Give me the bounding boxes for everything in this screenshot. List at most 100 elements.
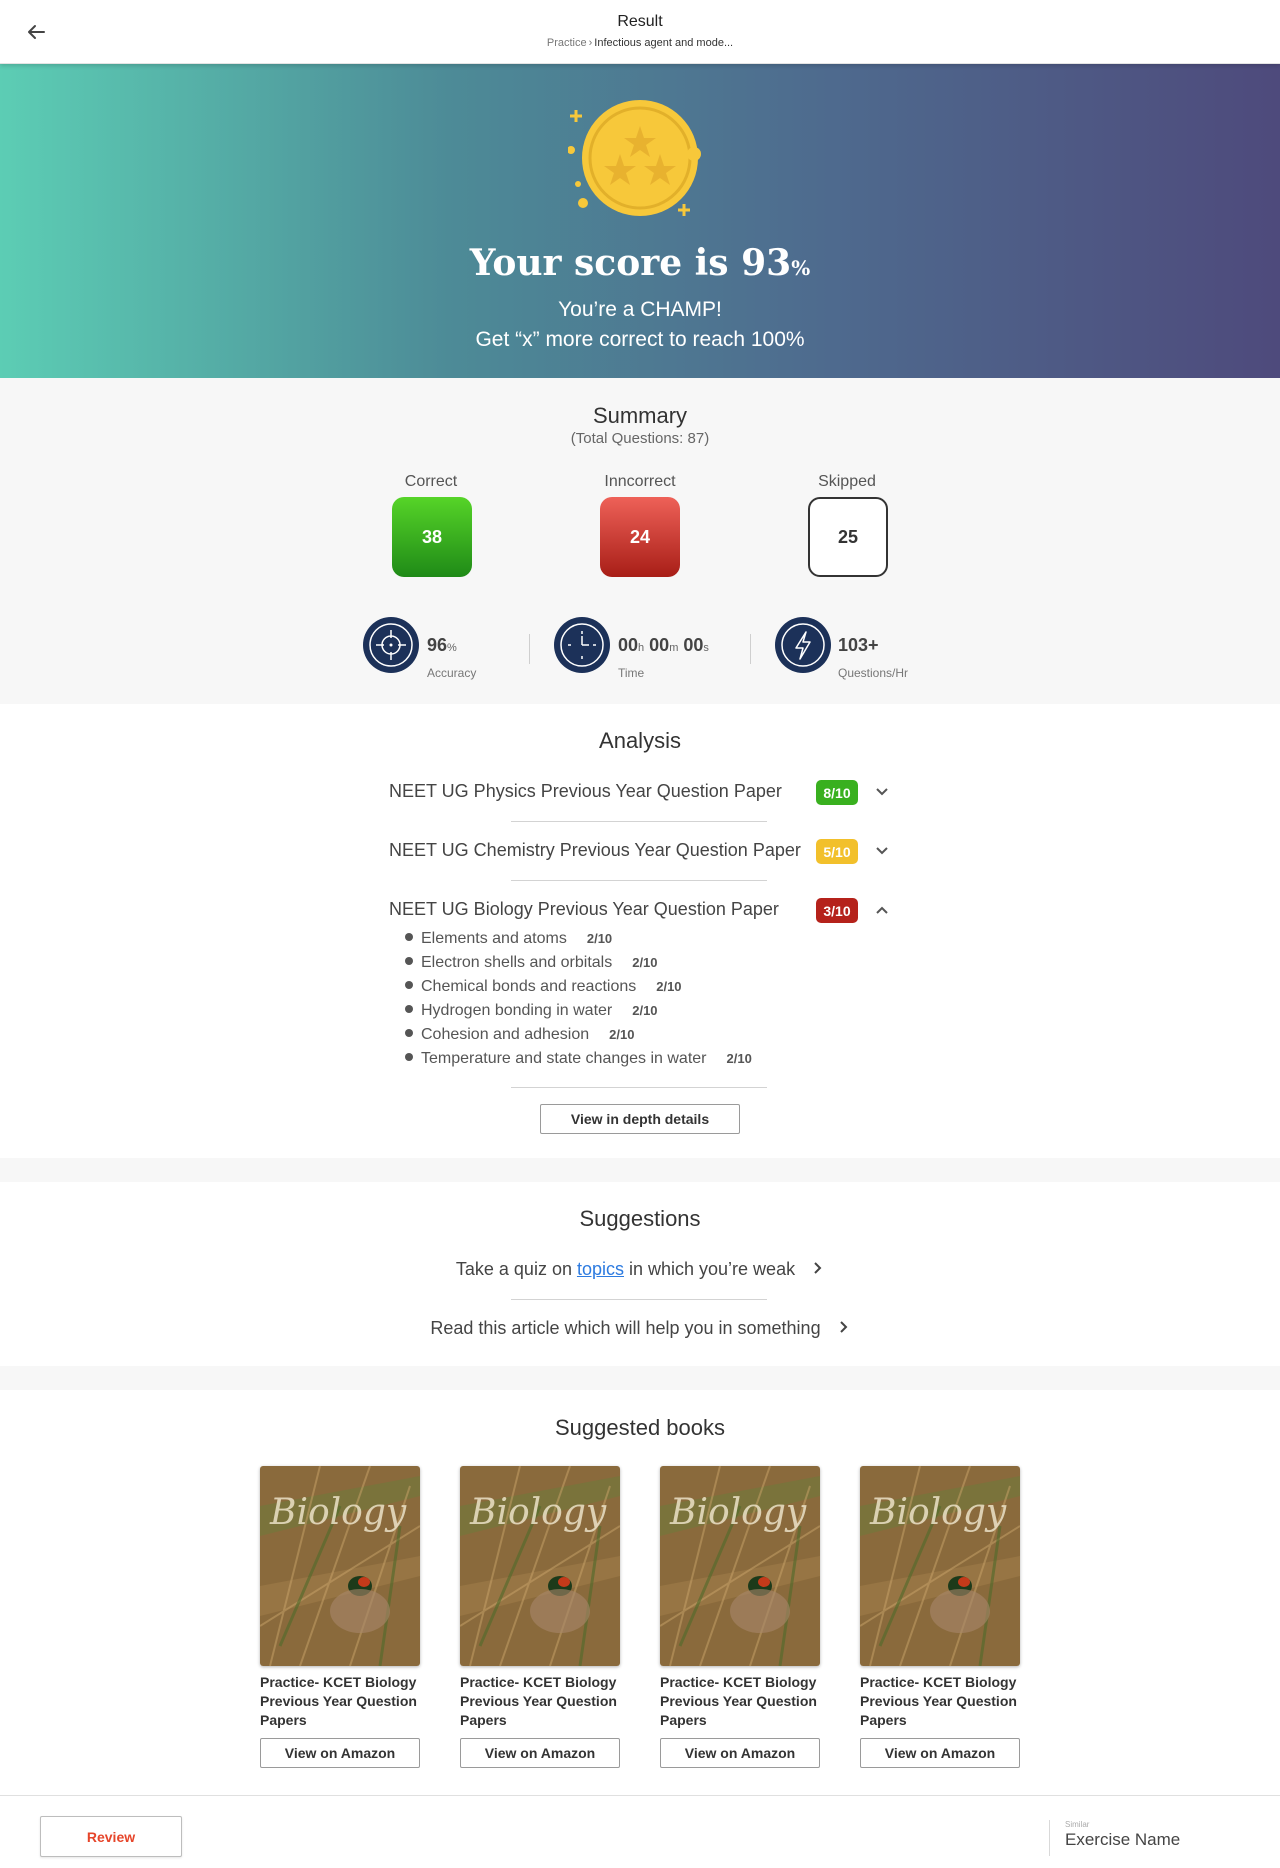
time-hours-unit: h bbox=[638, 642, 645, 654]
view-on-amazon-button[interactable]: View on Amazon bbox=[460, 1738, 620, 1768]
time-hours: 00 bbox=[618, 635, 639, 655]
speed-label: Questions/Hr bbox=[838, 666, 909, 680]
topic-score: 2/10 bbox=[726, 1051, 752, 1066]
analysis-row-biology[interactable]: NEET UG Biology Previous Year Question P… bbox=[389, 895, 889, 925]
topic-label: Elements and atoms bbox=[421, 930, 567, 947]
topic-label: Chemical bonds and reactions bbox=[421, 978, 637, 995]
view-details-button[interactable]: View in depth details bbox=[540, 1104, 740, 1134]
topic-label: Electron shells and orbitals bbox=[421, 954, 613, 971]
suggestion-article[interactable]: Read this article which will help you in… bbox=[0, 1318, 1280, 1339]
book-cover-image[interactable]: Biology bbox=[860, 1466, 1020, 1666]
topic-score: 2/10 bbox=[586, 931, 613, 946]
skipped-count: 25 bbox=[808, 497, 888, 577]
analysis-row-label: NEET UG Biology Previous Year Question P… bbox=[389, 899, 779, 919]
bullet-icon bbox=[405, 1004, 413, 1013]
suggestion-text: in which you’re weak bbox=[624, 1259, 796, 1279]
divider bbox=[511, 1087, 767, 1088]
skipped-label: Skipped bbox=[818, 473, 876, 490]
book-title: Practice- KCET Biology Previous Year Que… bbox=[660, 1674, 817, 1728]
score-heading: Your score is 93% bbox=[0, 242, 1280, 284]
breadcrumb-current: Infectious agent and mode... bbox=[594, 37, 734, 49]
chevron-down-icon[interactable] bbox=[873, 783, 891, 801]
time-seconds-unit: s bbox=[703, 642, 709, 654]
accuracy-number: 96 bbox=[427, 635, 448, 655]
breadcrumb-separator: › bbox=[588, 37, 593, 49]
time-minutes: 00 bbox=[649, 635, 670, 655]
book-cover-image[interactable]: Biology bbox=[460, 1466, 620, 1666]
book-title: Practice- KCET Biology Previous Year Que… bbox=[260, 1674, 417, 1728]
accuracy-unit: % bbox=[447, 642, 457, 654]
book-cover-title: Biology bbox=[269, 1492, 407, 1533]
suggestion-text: Read this article which will help you in… bbox=[430, 1318, 821, 1338]
book-cover-title: Biology bbox=[669, 1492, 807, 1533]
suggestion-quiz[interactable]: Take a quiz on topics in which you’re we… bbox=[0, 1259, 1280, 1280]
target-icon bbox=[363, 617, 419, 673]
topic-score: 2/10 bbox=[632, 955, 658, 970]
similar-exercise-link[interactable]: Exercise Name bbox=[1065, 1830, 1180, 1850]
metric-divider bbox=[750, 634, 751, 664]
view-on-amazon-button[interactable]: View on Amazon bbox=[860, 1738, 1020, 1768]
footer-bar: Review Similar Exercise Name bbox=[0, 1795, 1280, 1868]
bullet-icon bbox=[405, 932, 413, 941]
bullet-icon bbox=[405, 1052, 413, 1061]
section-gap bbox=[0, 1366, 1280, 1390]
analysis-score-badge: 3/10 bbox=[816, 898, 858, 923]
accuracy-value: 96% bbox=[427, 635, 457, 656]
review-button[interactable]: Review bbox=[40, 1816, 182, 1857]
gold-coin-stars-icon bbox=[568, 100, 701, 216]
divider bbox=[511, 1299, 767, 1300]
page-title: Result bbox=[617, 13, 663, 30]
book-title: Practice- KCET Biology Previous Year Que… bbox=[860, 1674, 1017, 1728]
analysis-row-label: NEET UG Chemistry Previous Year Question… bbox=[389, 840, 801, 860]
bullet-icon bbox=[405, 956, 413, 965]
topic-item: Chemical bonds and reactions 2/10 bbox=[405, 978, 682, 1000]
section-gap bbox=[0, 1158, 1280, 1182]
chevron-right-icon[interactable] bbox=[836, 1320, 850, 1334]
correct-label: Correct bbox=[404, 473, 458, 490]
book-cover-image[interactable]: Biology bbox=[260, 1466, 420, 1666]
incorrect-label: Inncorrect bbox=[604, 473, 676, 490]
divider bbox=[511, 880, 767, 881]
reach-message: Get “x” more correct to reach 100% bbox=[475, 328, 805, 351]
topic-item: Cohesion and adhesion 2/10 bbox=[405, 1026, 634, 1048]
summary-subtitle: (Total Questions: 87) bbox=[570, 430, 710, 447]
divider bbox=[511, 821, 767, 822]
topic-item: Elements and atoms 2/10 bbox=[405, 930, 612, 952]
book-cover-title: Biology bbox=[869, 1492, 1007, 1533]
analysis-score-badge: 5/10 bbox=[816, 839, 858, 864]
analysis-title: Analysis bbox=[599, 728, 681, 753]
chevron-right-icon[interactable] bbox=[810, 1261, 824, 1275]
topic-score: 2/10 bbox=[609, 1027, 635, 1042]
view-on-amazon-button[interactable]: View on Amazon bbox=[660, 1738, 820, 1768]
topic-score: 2/10 bbox=[656, 979, 682, 994]
topics-link[interactable]: topics bbox=[577, 1259, 624, 1279]
analysis-row-label: NEET UG Physics Previous Year Question P… bbox=[389, 781, 782, 801]
footer-divider bbox=[1049, 1820, 1050, 1856]
topic-item: Electron shells and orbitals 2/10 bbox=[405, 954, 658, 976]
score-banner: Your score is 93% You’re a CHAMP! Get “x… bbox=[0, 64, 1280, 378]
time-minutes-unit: m bbox=[669, 642, 679, 654]
topic-item: Hydrogen bonding in water 2/10 bbox=[405, 1002, 658, 1024]
speed-value: 103+ bbox=[838, 635, 879, 655]
breadcrumb-root[interactable]: Practice bbox=[547, 37, 587, 49]
clock-icon bbox=[554, 617, 610, 673]
suggestion-text: Take a quiz on bbox=[455, 1259, 577, 1279]
score-value: 93 bbox=[741, 242, 792, 284]
topic-label: Temperature and state changes in water bbox=[421, 1050, 707, 1067]
suggestions-title: Suggestions bbox=[579, 1206, 701, 1231]
topic-item: Temperature and state changes in water 2/… bbox=[405, 1050, 752, 1072]
view-on-amazon-button[interactable]: View on Amazon bbox=[260, 1738, 420, 1768]
analysis-row-physics[interactable]: NEET UG Physics Previous Year Question P… bbox=[389, 777, 889, 807]
score-prefix: Your score is bbox=[469, 242, 742, 284]
book-title: Practice- KCET Biology Previous Year Que… bbox=[460, 1674, 617, 1728]
score-unit: % bbox=[791, 256, 811, 280]
summary-title: Summary bbox=[592, 403, 688, 428]
topic-label: Hydrogen bonding in water bbox=[421, 1002, 613, 1019]
book-cover-image[interactable]: Biology bbox=[660, 1466, 820, 1666]
chevron-down-icon[interactable] bbox=[873, 842, 891, 860]
time-value: 00h 00m 00s bbox=[618, 635, 709, 656]
chevron-up-icon[interactable] bbox=[873, 901, 891, 919]
analysis-row-chemistry[interactable]: NEET UG Chemistry Previous Year Question… bbox=[389, 836, 889, 866]
accuracy-label: Accuracy bbox=[427, 666, 477, 680]
analysis-score-badge: 8/10 bbox=[816, 780, 858, 805]
